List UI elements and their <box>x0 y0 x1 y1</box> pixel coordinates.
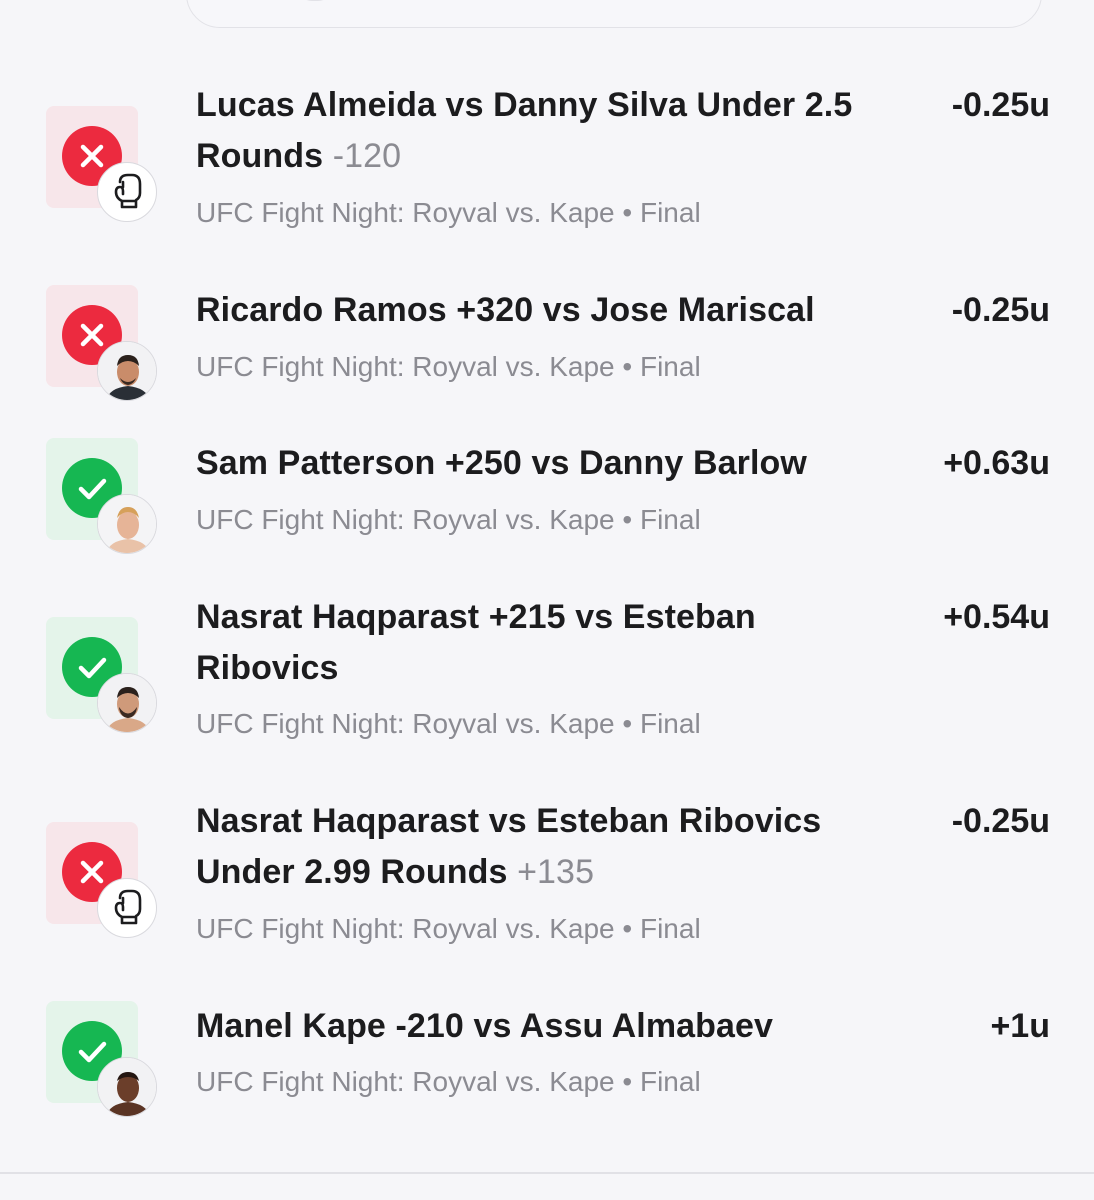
bet-status: Final <box>639 913 701 944</box>
bet-title-text: Sam Patterson +250 vs Danny Barlow <box>196 444 807 482</box>
event-name: UFC Fight Night: Royval vs. Kape <box>196 504 615 535</box>
bet-title: Nasrat Haqparast +215 vs Esteban Ribovic… <box>196 592 896 694</box>
bet-title-text: Ricardo Ramos +320 vs Jose Mariscal <box>196 291 815 329</box>
boxing-glove-icon <box>97 162 157 222</box>
fighter-avatar <box>97 1057 157 1117</box>
previous-card <box>186 0 1042 28</box>
bet-title-text: Nasrat Haqparast +215 vs Esteban Ribovic… <box>196 598 756 687</box>
fighter-avatar <box>97 673 157 733</box>
bet-status: Final <box>639 504 701 535</box>
bet-odds: -120 <box>332 137 402 175</box>
bet-title: Sam Patterson +250 vs Danny Barlow <box>196 438 896 489</box>
bet-status: Final <box>639 708 701 739</box>
divider <box>0 1172 1094 1174</box>
bet-status: Final <box>639 351 701 382</box>
event-name: UFC Fight Night: Royval vs. Kape <box>196 913 615 944</box>
previous-card-stub <box>297 0 333 1</box>
bet-status: Final <box>639 197 701 228</box>
separator-dot: • <box>622 708 633 739</box>
bet-units: -0.25u <box>951 802 1050 840</box>
bet-event-line: UFC Fight Night: Royval vs. Kape • Final <box>196 912 916 946</box>
bet-event-line: UFC Fight Night: Royval vs. Kape • Final <box>196 503 916 537</box>
bet-status: Final <box>639 1066 701 1097</box>
bet-units: +0.54u <box>943 598 1050 636</box>
bet-title: Manel Kape -210 vs Assu Almabaev <box>196 1001 896 1052</box>
boxing-glove-icon <box>97 878 157 938</box>
separator-dot: • <box>622 1066 633 1097</box>
bet-units: -0.25u <box>951 291 1050 329</box>
bet-odds: +135 <box>517 853 595 891</box>
event-name: UFC Fight Night: Royval vs. Kape <box>196 1066 615 1097</box>
separator-dot: • <box>622 351 633 382</box>
bet-title: Lucas Almeida vs Danny Silva Under 2.5 R… <box>196 80 896 182</box>
bet-units: +0.63u <box>943 444 1050 482</box>
bet-units: +1u <box>990 1007 1050 1045</box>
bet-event-line: UFC Fight Night: Royval vs. Kape • Final <box>196 1065 916 1099</box>
separator-dot: • <box>622 197 633 228</box>
fighter-avatar <box>97 494 157 554</box>
bet-event-line: UFC Fight Night: Royval vs. Kape • Final <box>196 707 916 741</box>
event-name: UFC Fight Night: Royval vs. Kape <box>196 351 615 382</box>
separator-dot: • <box>622 913 633 944</box>
bet-event-line: UFC Fight Night: Royval vs. Kape • Final <box>196 350 916 384</box>
fighter-avatar <box>97 341 157 401</box>
bet-title: Nasrat Haqparast vs Esteban Ribovics Und… <box>196 796 896 898</box>
bet-title-text: Nasrat Haqparast vs Esteban Ribovics Und… <box>196 802 822 891</box>
separator-dot: • <box>622 504 633 535</box>
bet-title: Ricardo Ramos +320 vs Jose Mariscal <box>196 285 896 336</box>
event-name: UFC Fight Night: Royval vs. Kape <box>196 197 615 228</box>
event-name: UFC Fight Night: Royval vs. Kape <box>196 708 615 739</box>
bet-title-text: Manel Kape -210 vs Assu Almabaev <box>196 1007 774 1045</box>
bet-units: -0.25u <box>951 86 1050 124</box>
bet-event-line: UFC Fight Night: Royval vs. Kape • Final <box>196 196 916 230</box>
bet-title-text: Lucas Almeida vs Danny Silva Under 2.5 R… <box>196 86 853 175</box>
